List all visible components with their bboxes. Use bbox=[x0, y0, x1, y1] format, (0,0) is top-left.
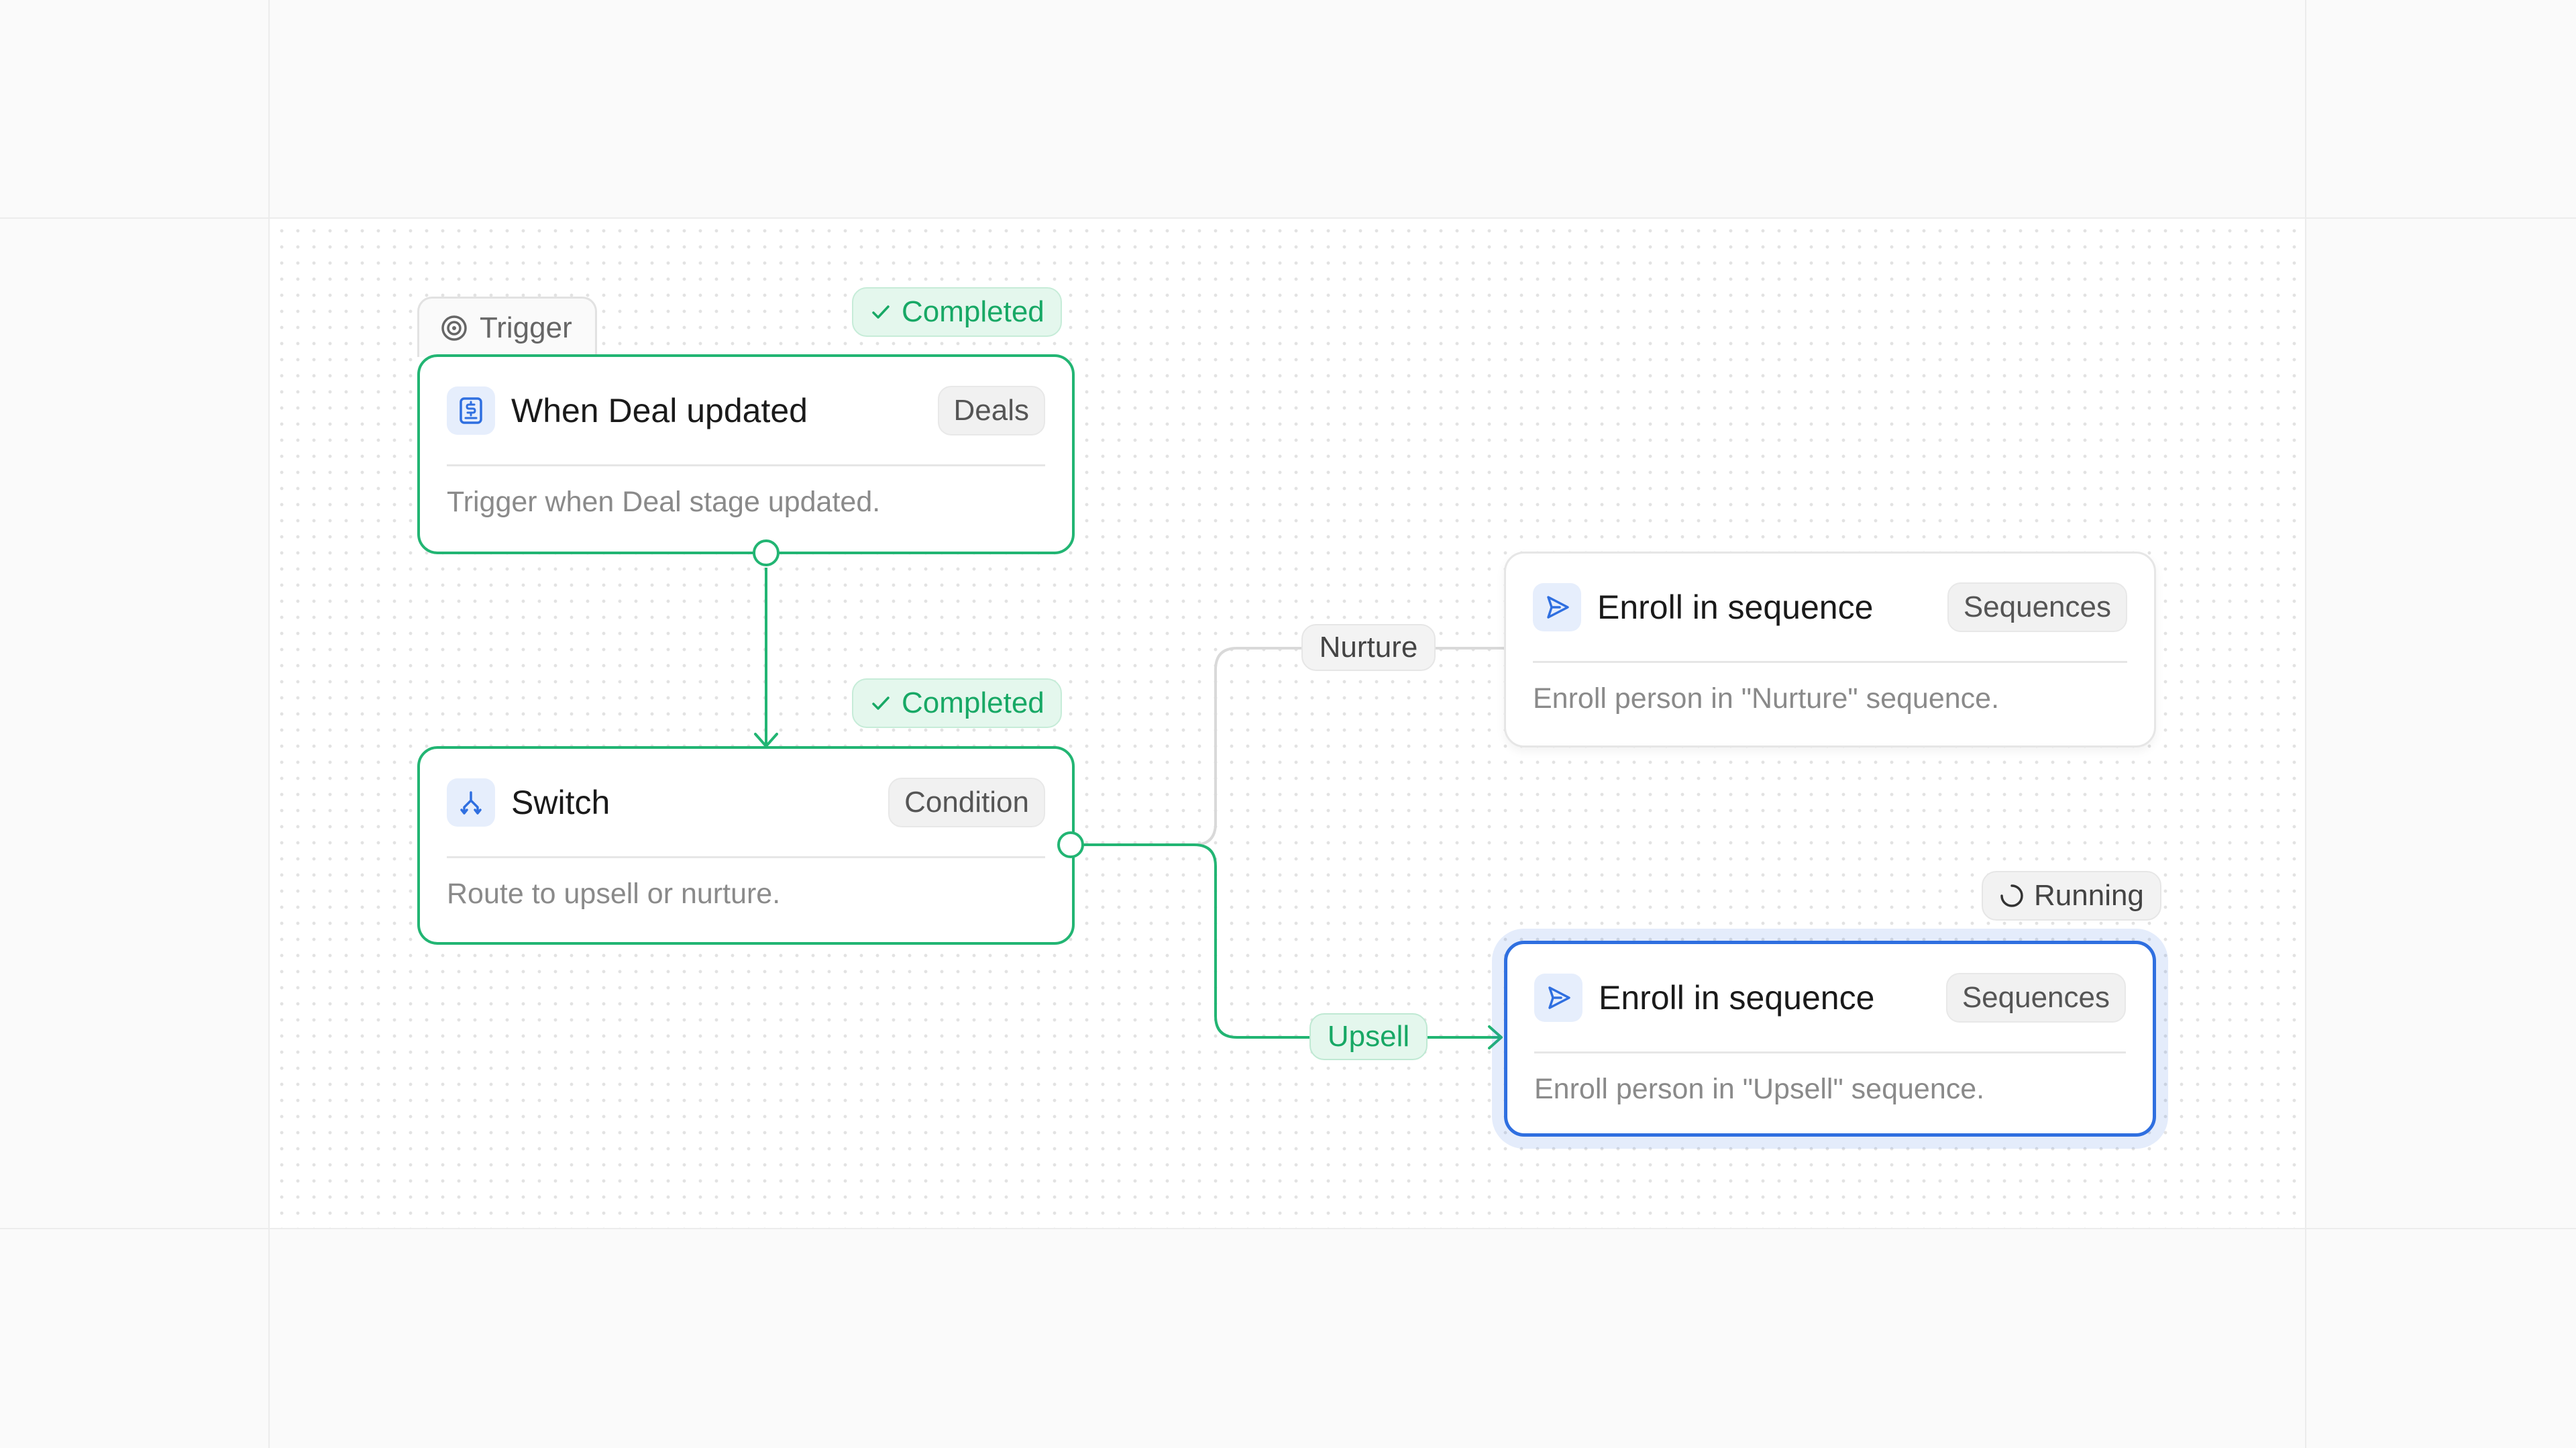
branch-icon bbox=[447, 778, 495, 827]
trigger-status-label: Completed bbox=[902, 295, 1044, 328]
upsell-status-label: Running bbox=[2034, 879, 2144, 912]
upsell-node-title: Enroll in sequence bbox=[1599, 979, 1875, 1017]
trigger-tab-label: Trigger bbox=[480, 311, 572, 344]
trigger-node[interactable]: When Deal updated Deals Trigger when Dea… bbox=[417, 354, 1075, 554]
trigger-node-description: Trigger when Deal stage updated. bbox=[447, 486, 881, 518]
switch-node[interactable]: Switch Condition Route to upsell or nurt… bbox=[417, 746, 1075, 945]
nurture-node-header: Enroll in sequence Sequences bbox=[1533, 554, 2127, 663]
edge-switch-to-nurture bbox=[1070, 647, 1504, 846]
upsell-node-description: Enroll person in "Upsell" sequence. bbox=[1534, 1073, 1985, 1105]
trigger-category-pill: Deals bbox=[937, 386, 1045, 435]
switch-status-badge: Completed bbox=[852, 678, 1062, 728]
check-icon bbox=[869, 692, 892, 715]
target-icon bbox=[441, 315, 467, 341]
check-icon bbox=[869, 301, 892, 323]
switch-status-label: Completed bbox=[902, 686, 1044, 719]
switch-node-title: Switch bbox=[511, 784, 610, 821]
upsell-node[interactable]: Enroll in sequence Sequences Enroll pers… bbox=[1504, 941, 2156, 1137]
edge-switch-to-upsell bbox=[1070, 843, 1501, 1039]
trigger-node-title: When Deal updated bbox=[511, 392, 808, 429]
nurture-node[interactable]: Enroll in sequence Sequences Enroll pers… bbox=[1504, 552, 2156, 747]
trigger-tab: Trigger bbox=[417, 297, 597, 357]
nurture-category-pill: Sequences bbox=[1947, 582, 2127, 632]
workflow-edges bbox=[754, 568, 1504, 1049]
nurture-node-title: Enroll in sequence bbox=[1597, 588, 1874, 626]
upsell-category-pill: Sequences bbox=[1945, 973, 2126, 1023]
switch-output-port[interactable] bbox=[1057, 831, 1084, 858]
send-icon bbox=[1533, 583, 1581, 631]
switch-category-pill: Condition bbox=[888, 778, 1045, 827]
upsell-node-header: Enroll in sequence Sequences bbox=[1534, 944, 2126, 1053]
send-icon bbox=[1534, 974, 1582, 1022]
upsell-edge-label[interactable]: Upsell bbox=[1309, 1013, 1428, 1060]
deal-icon bbox=[447, 386, 495, 435]
trigger-output-port[interactable] bbox=[753, 539, 780, 566]
trigger-status-badge: Completed bbox=[852, 287, 1062, 337]
switch-node-description: Route to upsell or nurture. bbox=[447, 878, 781, 910]
nurture-edge-label[interactable]: Nurture bbox=[1301, 624, 1436, 671]
switch-node-header: Switch Condition bbox=[447, 749, 1045, 858]
spinner-icon bbox=[1999, 883, 2025, 909]
trigger-node-header: When Deal updated Deals bbox=[447, 357, 1045, 466]
nurture-node-description: Enroll person in "Nurture" sequence. bbox=[1533, 682, 2000, 715]
upsell-status-badge: Running bbox=[1982, 871, 2161, 921]
